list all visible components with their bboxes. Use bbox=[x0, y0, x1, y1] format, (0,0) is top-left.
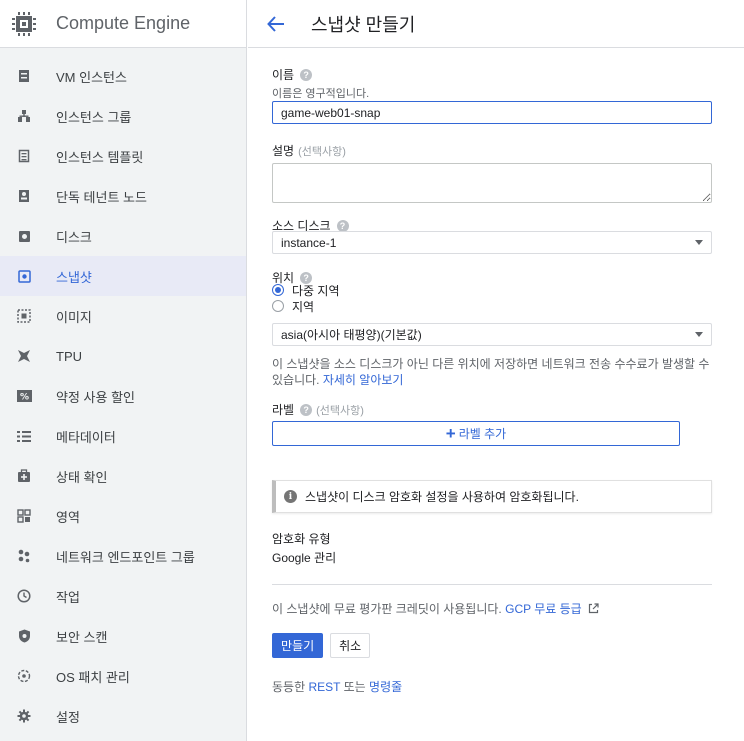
description-label: 설명 (선택사항) bbox=[272, 144, 346, 158]
button-row: 만들기 취소 bbox=[272, 633, 371, 658]
compute-engine-icon[interactable] bbox=[9, 9, 39, 39]
radio-button[interactable] bbox=[272, 284, 284, 296]
help-icon[interactable]: ? bbox=[336, 219, 349, 232]
sidebar-item-os-patch[interactable]: OS 패치 관리 bbox=[0, 656, 246, 696]
region-select[interactable]: asia(아시아 태평양)(기본값) bbox=[272, 323, 712, 346]
description-textarea[interactable] bbox=[272, 163, 712, 203]
sidebar: Compute Engine VM 인스턴스 인스턴스 그룹 인스턴스 템플릿 … bbox=[0, 0, 247, 741]
clock-icon bbox=[16, 588, 32, 604]
sidebar-item-instance-templates[interactable]: 인스턴스 템플릿 bbox=[0, 136, 246, 176]
health-check-icon bbox=[16, 468, 32, 484]
labels-label: 라벨 ? (선택사항) bbox=[272, 403, 364, 417]
sidebar-item-network-endpoint-groups[interactable]: 네트워크 엔드포인트 그룹 bbox=[0, 536, 246, 576]
sidebar-item-health-checks[interactable]: 상태 확인 bbox=[0, 456, 246, 496]
credit-info: 이 스냅샷에 무료 평가판 크레딧이 사용됩니다. GCP 무료 등급 bbox=[272, 601, 599, 618]
tpu-icon bbox=[16, 348, 32, 364]
help-icon[interactable]: ? bbox=[300, 403, 313, 416]
name-label: 이름 ? bbox=[272, 66, 369, 83]
encryption-type-label: 암호화 유형 bbox=[272, 532, 331, 546]
radio-button[interactable] bbox=[272, 300, 284, 312]
learn-more-link[interactable]: 자세히 알아보기 bbox=[323, 373, 404, 387]
sidebar-item-sole-tenant-nodes[interactable]: 단독 테넌트 노드 bbox=[0, 176, 246, 216]
brand-bar: Compute Engine bbox=[0, 0, 246, 48]
command-line-link[interactable]: 명령줄 bbox=[369, 680, 402, 694]
sole-tenant-icon bbox=[16, 188, 32, 204]
svg-text:%: % bbox=[19, 393, 28, 403]
app-title: Compute Engine bbox=[56, 13, 191, 33]
sidebar-item-committed-use[interactable]: % 약정 사용 할인 bbox=[0, 376, 246, 416]
image-icon bbox=[16, 308, 32, 324]
sidebar-item-tpu[interactable]: TPU bbox=[0, 336, 246, 376]
sidebar-item-disks[interactable]: 디스크 bbox=[0, 216, 246, 256]
dropdown-caret-icon bbox=[695, 332, 703, 337]
name-hint: 이름은 영구적입니다. bbox=[272, 88, 370, 100]
page-header: 스냅샷 만들기 bbox=[248, 0, 744, 48]
back-arrow-icon[interactable] bbox=[266, 14, 286, 34]
page-title: 스냅샷 만들기 bbox=[311, 14, 416, 35]
gcp-free-tier-link[interactable]: GCP 무료 등급 bbox=[505, 602, 582, 616]
shield-icon bbox=[16, 628, 32, 644]
plus-icon: + bbox=[445, 424, 456, 443]
create-button[interactable]: 만들기 bbox=[272, 633, 324, 658]
location-info: 이 스냅샷을 소스 디스크가 아닌 다른 위치에 저장하면 네트워크 전송 수수… bbox=[272, 357, 710, 387]
radio-multi-region[interactable]: 다중 지역 bbox=[272, 282, 340, 298]
sidebar-item-metadata[interactable]: 메타데이터 bbox=[0, 416, 246, 456]
sidebar-item-instance-groups[interactable]: 인스턴스 그룹 bbox=[0, 96, 246, 136]
sidebar-nav: VM 인스턴스 인스턴스 그룹 인스턴스 템플릿 단독 테넌트 노드 디스크 스… bbox=[0, 56, 246, 736]
sidebar-item-vm-instances[interactable]: VM 인스턴스 bbox=[0, 56, 246, 96]
encryption-notice: i 스냅샷이 디스크 암호화 설정을 사용하여 암호화됩니다. bbox=[272, 480, 712, 513]
zone-icon bbox=[16, 508, 32, 524]
info-icon: i bbox=[284, 490, 297, 503]
disk-icon bbox=[16, 228, 32, 244]
divider bbox=[272, 584, 712, 585]
instance-group-icon bbox=[16, 108, 32, 124]
equivalent-line: 동등한 REST 또는 명령줄 bbox=[272, 680, 403, 694]
os-patch-icon bbox=[16, 668, 32, 684]
sidebar-item-snapshots[interactable]: 스냅샷 bbox=[0, 256, 246, 296]
source-disk-select[interactable]: instance-1 bbox=[272, 231, 712, 254]
main-content: 스냅샷 만들기 이름 ? 이름은 영구적입니다. 설명 (선택사항) 소스 디스… bbox=[248, 0, 744, 741]
sidebar-item-operations[interactable]: 작업 bbox=[0, 576, 246, 616]
instance-template-icon bbox=[16, 148, 32, 164]
sidebar-item-settings[interactable]: 설정 bbox=[0, 696, 246, 736]
gear-icon bbox=[16, 708, 32, 724]
name-input[interactable] bbox=[272, 101, 712, 124]
sidebar-item-zones[interactable]: 영역 bbox=[0, 496, 246, 536]
metadata-icon bbox=[16, 428, 32, 444]
sidebar-item-security-scan[interactable]: 보안 스캔 bbox=[0, 616, 246, 656]
network-endpoint-icon bbox=[16, 548, 32, 564]
sidebar-item-images[interactable]: 이미지 bbox=[0, 296, 246, 336]
snapshot-icon bbox=[16, 268, 32, 284]
help-icon[interactable]: ? bbox=[300, 68, 313, 81]
cancel-button[interactable]: 취소 bbox=[330, 633, 371, 658]
vm-instance-icon bbox=[16, 68, 32, 84]
add-label-button[interactable]: + 라벨 추가 bbox=[272, 421, 680, 446]
dropdown-caret-icon bbox=[695, 240, 703, 245]
rest-link[interactable]: REST bbox=[308, 680, 340, 694]
radio-region[interactable]: 지역 bbox=[272, 298, 314, 314]
external-link-icon[interactable] bbox=[588, 602, 599, 618]
encryption-type-value: Google 관리 bbox=[272, 551, 337, 565]
percent-icon: % bbox=[16, 388, 32, 404]
